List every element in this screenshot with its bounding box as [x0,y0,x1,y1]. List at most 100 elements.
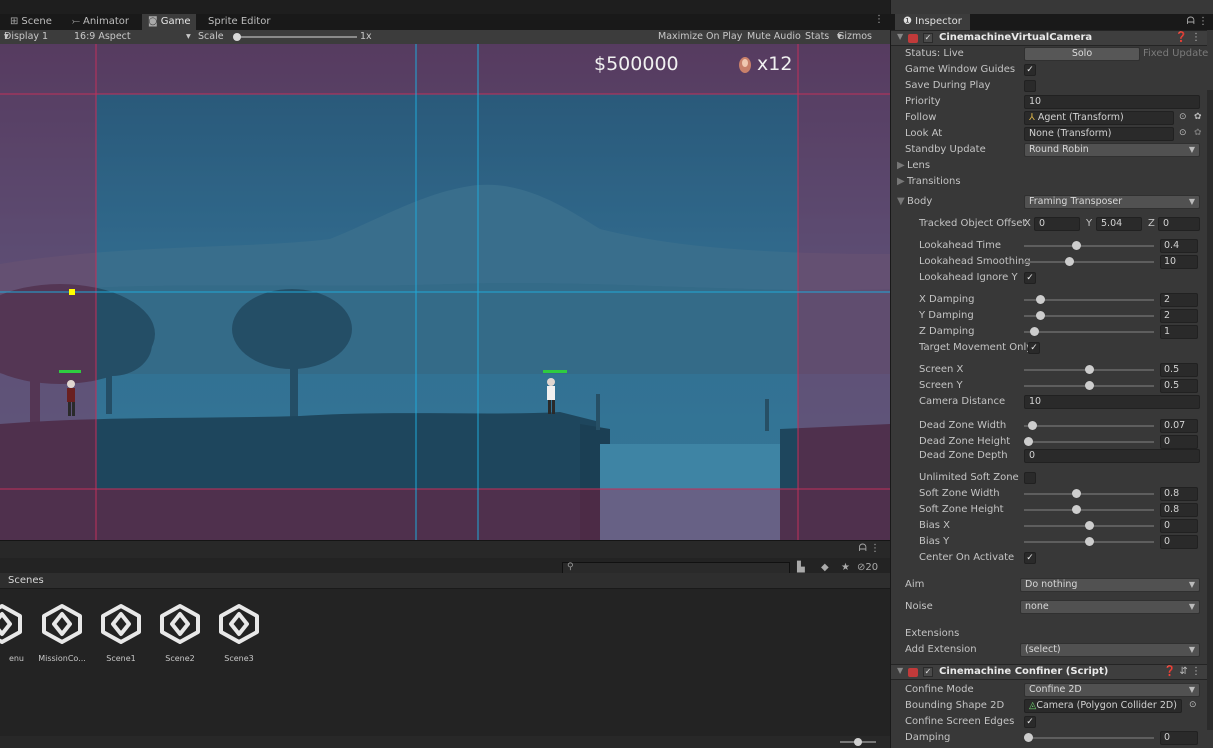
asset-scene-missioncontrol[interactable]: MissionCo... [32,602,92,672]
dead-zone-height-value-field[interactable]: 0 [1160,435,1198,449]
display-dropdown[interactable]: Display 1 ▾ [4,30,48,44]
x-damping-value-field[interactable]: 2 [1160,293,1198,307]
offset-z-field[interactable]: 0 [1158,217,1200,231]
star-icon[interactable]: ★ [841,562,850,573]
bias-y-value-field[interactable]: 0 [1160,535,1198,549]
lookahead-smoothing-slider-handle[interactable] [1065,257,1074,266]
scale-slider-handle[interactable] [233,33,241,41]
priority-field[interactable]: 10 [1024,95,1200,109]
lookahead-time-value-field[interactable]: 0.4 [1160,239,1198,253]
lookahead-ignore-y-checkbox[interactable]: ✓ [1024,272,1036,284]
inspector-scrollbar[interactable] [1207,90,1213,730]
asset-scene-scene1[interactable]: Scene1 [91,602,151,672]
look-at-object-field[interactable]: None (Transform) [1024,127,1174,141]
aim-dropdown[interactable]: Do nothing ▼ [1020,578,1200,592]
center-on-activate-checkbox[interactable]: ✓ [1024,552,1036,564]
confiner-component-header[interactable]: ▼ ✓ Cinemachine Confiner (Script) ❓ ⇵ ⋮ [891,664,1207,680]
unlimited-soft-zone-checkbox[interactable] [1024,472,1036,484]
fold-arrow-icon[interactable]: ▼ [897,32,903,41]
label-icon[interactable]: ◆ [821,562,829,573]
breadcrumb-scenes[interactable]: Scenes [8,575,44,586]
noise-dropdown[interactable]: none ▼ [1020,600,1200,614]
add-extension-dropdown[interactable]: (select) ▼ [1020,643,1200,657]
standby-update-dropdown[interactable]: Round Robin ▼ [1024,143,1200,157]
object-picker-icon[interactable]: ⊙ [1179,112,1187,122]
fold-arrow-icon[interactable]: ▼ [897,666,903,675]
gizmos-dropdown[interactable]: Gizmos ▾ [837,30,872,44]
dead-zone-depth-field[interactable]: 0 [1024,449,1200,463]
z-damping-slider-handle[interactable] [1030,327,1039,336]
damping-slider-track[interactable] [1024,737,1154,739]
z-damping-slider-track[interactable] [1024,331,1154,333]
soft-zone-width-slider-track[interactable] [1024,493,1154,495]
fold-arrow-icon[interactable]: ▶ [897,176,905,187]
fold-arrow-icon[interactable]: ▼ [897,196,905,207]
gear-icon[interactable]: ✿ [1194,128,1202,138]
game-window-guides-checkbox[interactable]: ✓ [1024,64,1036,76]
z-damping-value-field[interactable]: 1 [1160,325,1198,339]
soft-zone-height-slider-track[interactable] [1024,509,1154,511]
damping-slider-handle[interactable] [1024,733,1033,742]
bias-x-value-field[interactable]: 0 [1160,519,1198,533]
follow-object-field[interactable]: ⅄ Agent (Transform) [1024,111,1174,125]
tab-animator[interactable]: ⤚ Animator [66,14,135,30]
lock-icon[interactable]: ᗩ ⋮ [1187,14,1208,30]
lookahead-smoothing-value-field[interactable]: 10 [1160,255,1198,269]
solo-button[interactable]: Solo [1024,47,1140,61]
screen-y-slider-handle[interactable] [1085,381,1094,390]
soft-zone-width-slider-handle[interactable] [1072,489,1081,498]
screen-x-slider-handle[interactable] [1085,365,1094,374]
lookahead-time-slider-track[interactable] [1024,245,1154,247]
tab-inspector[interactable]: ❶ Inspector [895,14,970,30]
mute-audio-toggle[interactable]: Mute Audio [747,30,801,44]
bounding-shape-object-field[interactable]: ◬Camera (Polygon Collider 2D) [1024,699,1182,713]
game-viewport[interactable]: $500000 x12 [0,44,890,540]
soft-zone-height-slider-handle[interactable] [1072,505,1081,514]
dead-zone-height-slider-track[interactable] [1024,441,1154,443]
dead-zone-width-slider-handle[interactable] [1028,421,1037,430]
camera-distance-field[interactable]: 10 [1024,395,1200,409]
component-enabled-checkbox[interactable]: ✓ [923,33,933,43]
tab-scene[interactable]: ⊞ Scene [4,14,58,30]
confine-mode-dropdown[interactable]: Confine 2D ▼ [1024,683,1200,697]
screen-x-value-field[interactable]: 0.5 [1160,363,1198,377]
soft-zone-width-value-field[interactable]: 0.8 [1160,487,1198,501]
screen-y-value-field[interactable]: 0.5 [1160,379,1198,393]
lock-icon[interactable]: ᗩ ⋮ [859,543,880,554]
dead-zone-width-slider-track[interactable] [1024,425,1154,427]
dead-zone-height-slider-handle[interactable] [1024,437,1033,446]
hidden-packages-icon[interactable]: ⊘ 20 [857,562,878,573]
fold-arrow-icon[interactable]: ▶ [897,160,905,171]
tab-sprite-editor[interactable]: Sprite Editor [202,14,276,30]
tab-menu-icon[interactable]: ⋮ [874,14,884,25]
y-damping-slider-handle[interactable] [1036,311,1045,320]
offset-y-field[interactable]: 5.04 [1096,217,1142,231]
damping-value-field[interactable]: 0 [1160,731,1198,745]
maximize-on-play-toggle[interactable]: Maximize On Play [658,30,742,44]
y-damping-value-field[interactable]: 2 [1160,309,1198,323]
asset-scene-scene3[interactable]: Scene3 [209,602,269,672]
soft-zone-height-value-field[interactable]: 0.8 [1160,503,1198,517]
tab-game[interactable]: ◙ Game [142,14,197,30]
x-damping-slider-handle[interactable] [1036,295,1045,304]
dead-zone-width-value-field[interactable]: 0.07 [1160,419,1198,433]
bias-x-slider-handle[interactable] [1085,521,1094,530]
target-movement-only-checkbox[interactable]: ✓ [1028,342,1040,354]
filter-by-type-icon[interactable]: ▙ [797,562,805,573]
scale-slider-track[interactable] [237,36,357,38]
vcam-component-header[interactable]: ▼ ✓ CinemachineVirtualCamera ❓ ⋮ [891,30,1207,46]
lookahead-time-slider-handle[interactable] [1072,241,1081,250]
confine-screen-edges-checkbox[interactable]: ✓ [1024,716,1036,728]
help-icon[interactable]: ❓ ⇵ ⋮ [1164,666,1201,677]
body-dropdown[interactable]: Framing Transposer ▼ [1024,195,1200,209]
lookahead-smoothing-slider-track[interactable] [1024,261,1154,263]
help-icon[interactable]: ❓ ⋮ [1175,32,1201,43]
offset-x-field[interactable]: 0 [1034,217,1080,231]
chevron-down-icon[interactable]: ▾ [186,30,191,44]
save-during-play-checkbox[interactable] [1024,80,1036,92]
object-picker-icon[interactable]: ⊙ [1189,700,1197,710]
object-picker-icon[interactable]: ⊙ [1179,128,1187,138]
stats-toggle[interactable]: Stats [805,30,829,44]
asset-scene-scene2[interactable]: Scene2 [150,602,210,672]
component-enabled-checkbox[interactable]: ✓ [923,667,933,677]
